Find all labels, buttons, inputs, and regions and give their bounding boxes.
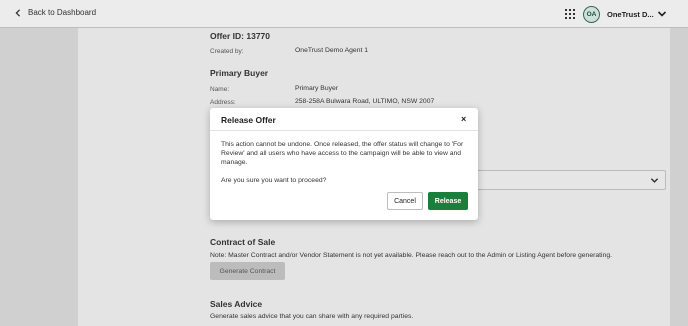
dialog-question: Are you sure you want to proceed?	[221, 177, 327, 184]
back-link-label: Back to Dashboard	[28, 8, 97, 17]
org-name[interactable]: OneTrust D...	[607, 10, 654, 19]
chevron-left-icon	[15, 8, 21, 17]
generate-contract-button[interactable]: Generate Contract	[210, 262, 285, 280]
dialog-divider	[210, 130, 478, 131]
cancel-button[interactable]: Cancel	[387, 192, 423, 210]
sales-advice-text: Generate sales advice that you can share…	[210, 313, 414, 320]
primary-buyer-heading: Primary Buyer	[210, 68, 269, 78]
status-select[interactable]	[475, 170, 666, 190]
close-icon[interactable]: ×	[461, 114, 466, 124]
dialog-title: Release Offer	[221, 115, 276, 125]
sales-advice-heading: Sales Advice	[210, 299, 263, 309]
buyer-name-value: Primary Buyer	[295, 85, 339, 92]
buyer-name-label: Name:	[210, 86, 230, 93]
offer-title: Offer ID: 13770	[210, 31, 270, 41]
avatar[interactable]: OA	[583, 6, 600, 23]
buyer-address-value: 258-258A Bulwara Road, ULTIMO, NSW 2007	[295, 98, 435, 105]
contract-note: Note: Master Contract and/or Vendor Stat…	[210, 252, 613, 259]
top-navigation-bar: Back to Dashboard OA OneTrust D...	[0, 0, 688, 28]
release-offer-dialog: Release Offer × This action cannot be un…	[210, 108, 478, 220]
chevron-down-icon	[650, 178, 659, 183]
chevron-down-icon[interactable]	[657, 9, 667, 19]
contract-heading: Contract of Sale	[210, 237, 276, 247]
back-to-dashboard-link[interactable]: Back to Dashboard	[14, 8, 96, 17]
release-button[interactable]: Release	[428, 192, 468, 210]
apps-grid-icon[interactable]	[565, 9, 575, 19]
created-by-value: OneTrust Demo Agent 1	[295, 47, 369, 54]
created-by-label: Created by:	[210, 48, 244, 55]
buyer-address-label: Address:	[210, 99, 236, 106]
dialog-message: This action cannot be undone. Once relea…	[221, 141, 464, 167]
